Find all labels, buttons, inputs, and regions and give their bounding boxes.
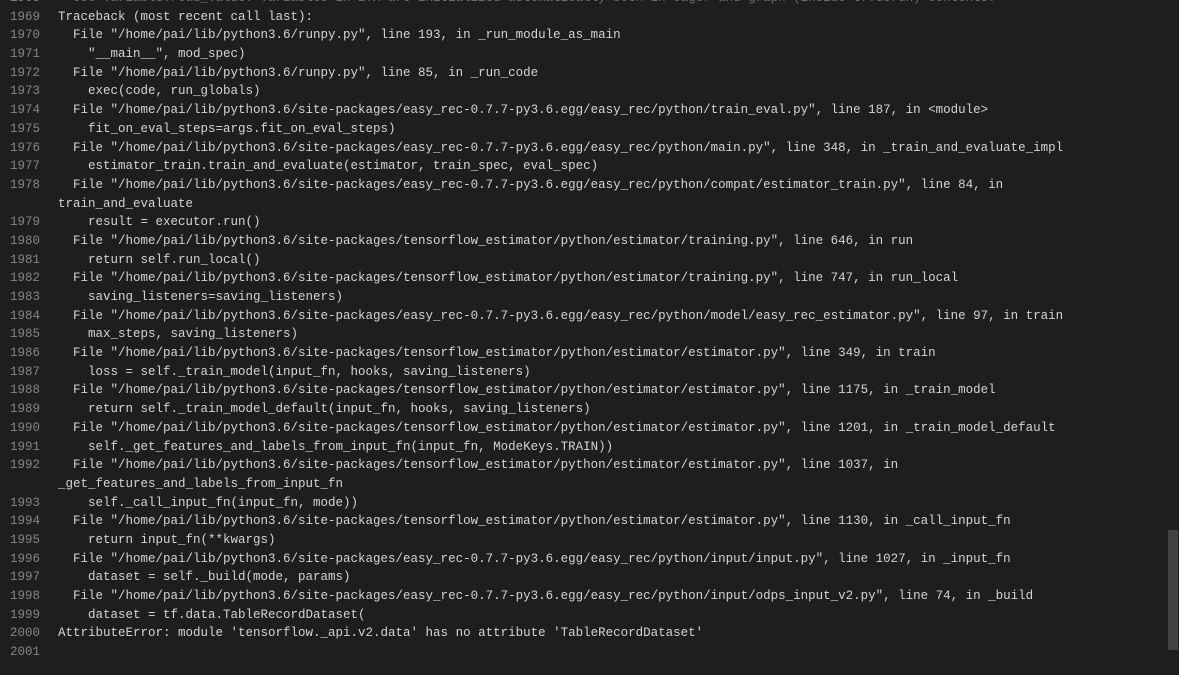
line-number: 1982 <box>0 269 40 288</box>
line-number: 1981 <box>0 251 40 270</box>
editor-container[interactable]: 1968196919701971197219731974197519761977… <box>0 0 1179 675</box>
line-number: 1974 <box>0 101 40 120</box>
line-number: 1999 <box>0 606 40 625</box>
code-line: File "/home/pai/lib/python3.6/site-packa… <box>58 232 1179 251</box>
line-number: 1990 <box>0 419 40 438</box>
line-number: 1980 <box>0 232 40 251</box>
line-number: 1979 <box>0 213 40 232</box>
line-number: 1984 <box>0 307 40 326</box>
code-line: File "/home/pai/lib/python3.6/site-packa… <box>58 550 1179 569</box>
code-line: File "/home/pai/lib/python3.6/runpy.py",… <box>58 64 1179 83</box>
code-line: File "/home/pai/lib/python3.6/site-packa… <box>58 419 1179 438</box>
code-line: File "/home/pai/lib/python3.6/site-packa… <box>58 344 1179 363</box>
code-line: File "/home/pai/lib/python3.6/site-packa… <box>58 176 1179 195</box>
line-number: 1993 <box>0 494 40 513</box>
code-line: File "/home/pai/lib/python3.6/site-packa… <box>58 307 1179 326</box>
code-line: File "/home/pai/lib/python3.6/site-packa… <box>58 139 1179 158</box>
code-line: Use Variable.read_value. Variables in 2.… <box>58 0 1179 8</box>
code-line: exec(code, run_globals) <box>58 82 1179 101</box>
line-number: 1985 <box>0 325 40 344</box>
line-number: 1968 <box>0 0 40 8</box>
code-line: train_and_evaluate <box>58 195 1179 214</box>
code-line: dataset = tf.data.TableRecordDataset( <box>58 606 1179 625</box>
line-number: 1988 <box>0 381 40 400</box>
code-line: Traceback (most recent call last): <box>58 8 1179 27</box>
code-line: estimator_train.train_and_evaluate(estim… <box>58 157 1179 176</box>
line-number: 1987 <box>0 363 40 382</box>
line-number: 1991 <box>0 438 40 457</box>
code-line: File "/home/pai/lib/python3.6/site-packa… <box>58 512 1179 531</box>
line-number: 2001 <box>0 643 40 662</box>
line-number: 1997 <box>0 568 40 587</box>
line-number: 1992 <box>0 456 40 475</box>
code-line <box>58 643 1179 662</box>
code-line: return input_fn(**kwargs) <box>58 531 1179 550</box>
line-number: 1994 <box>0 512 40 531</box>
code-line: result = executor.run() <box>58 213 1179 232</box>
code-line: File "/home/pai/lib/python3.6/site-packa… <box>58 587 1179 606</box>
line-number: 1971 <box>0 45 40 64</box>
code-line: "__main__", mod_spec) <box>58 45 1179 64</box>
line-number: 1995 <box>0 531 40 550</box>
line-number: 1989 <box>0 400 40 419</box>
code-line: File "/home/pai/lib/python3.6/site-packa… <box>58 456 1179 475</box>
code-line: self._call_input_fn(input_fn, mode)) <box>58 494 1179 513</box>
line-number: 2000 <box>0 624 40 643</box>
code-area[interactable]: Use Variable.read_value. Variables in 2.… <box>58 0 1179 675</box>
line-number: 1969 <box>0 8 40 27</box>
line-number: 1973 <box>0 82 40 101</box>
code-line: return self.run_local() <box>58 251 1179 270</box>
line-number: 1976 <box>0 139 40 158</box>
vertical-scrollbar[interactable] <box>1165 0 1179 675</box>
line-number: 1972 <box>0 64 40 83</box>
code-line: max_steps, saving_listeners) <box>58 325 1179 344</box>
code-line: _get_features_and_labels_from_input_fn <box>58 475 1179 494</box>
scrollbar-thumb[interactable] <box>1168 530 1178 650</box>
line-number: 1975 <box>0 120 40 139</box>
code-line: File "/home/pai/lib/python3.6/site-packa… <box>58 269 1179 288</box>
code-line: File "/home/pai/lib/python3.6/site-packa… <box>58 101 1179 120</box>
line-number: 1996 <box>0 550 40 569</box>
code-line: AttributeError: module 'tensorflow._api.… <box>58 624 1179 643</box>
line-number: 1970 <box>0 26 40 45</box>
line-number: 1978 <box>0 176 40 195</box>
code-line: fit_on_eval_steps=args.fit_on_eval_steps… <box>58 120 1179 139</box>
code-line: return self._train_model_default(input_f… <box>58 400 1179 419</box>
line-number: 1986 <box>0 344 40 363</box>
line-number-gutter: 1968196919701971197219731974197519761977… <box>0 0 58 675</box>
code-line: File "/home/pai/lib/python3.6/runpy.py",… <box>58 26 1179 45</box>
line-number: 1998 <box>0 587 40 606</box>
code-line: dataset = self._build(mode, params) <box>58 568 1179 587</box>
line-number: 1977 <box>0 157 40 176</box>
line-number: 1983 <box>0 288 40 307</box>
code-line: saving_listeners=saving_listeners) <box>58 288 1179 307</box>
code-line: loss = self._train_model(input_fn, hooks… <box>58 363 1179 382</box>
code-line: self._get_features_and_labels_from_input… <box>58 438 1179 457</box>
code-line: File "/home/pai/lib/python3.6/site-packa… <box>58 381 1179 400</box>
